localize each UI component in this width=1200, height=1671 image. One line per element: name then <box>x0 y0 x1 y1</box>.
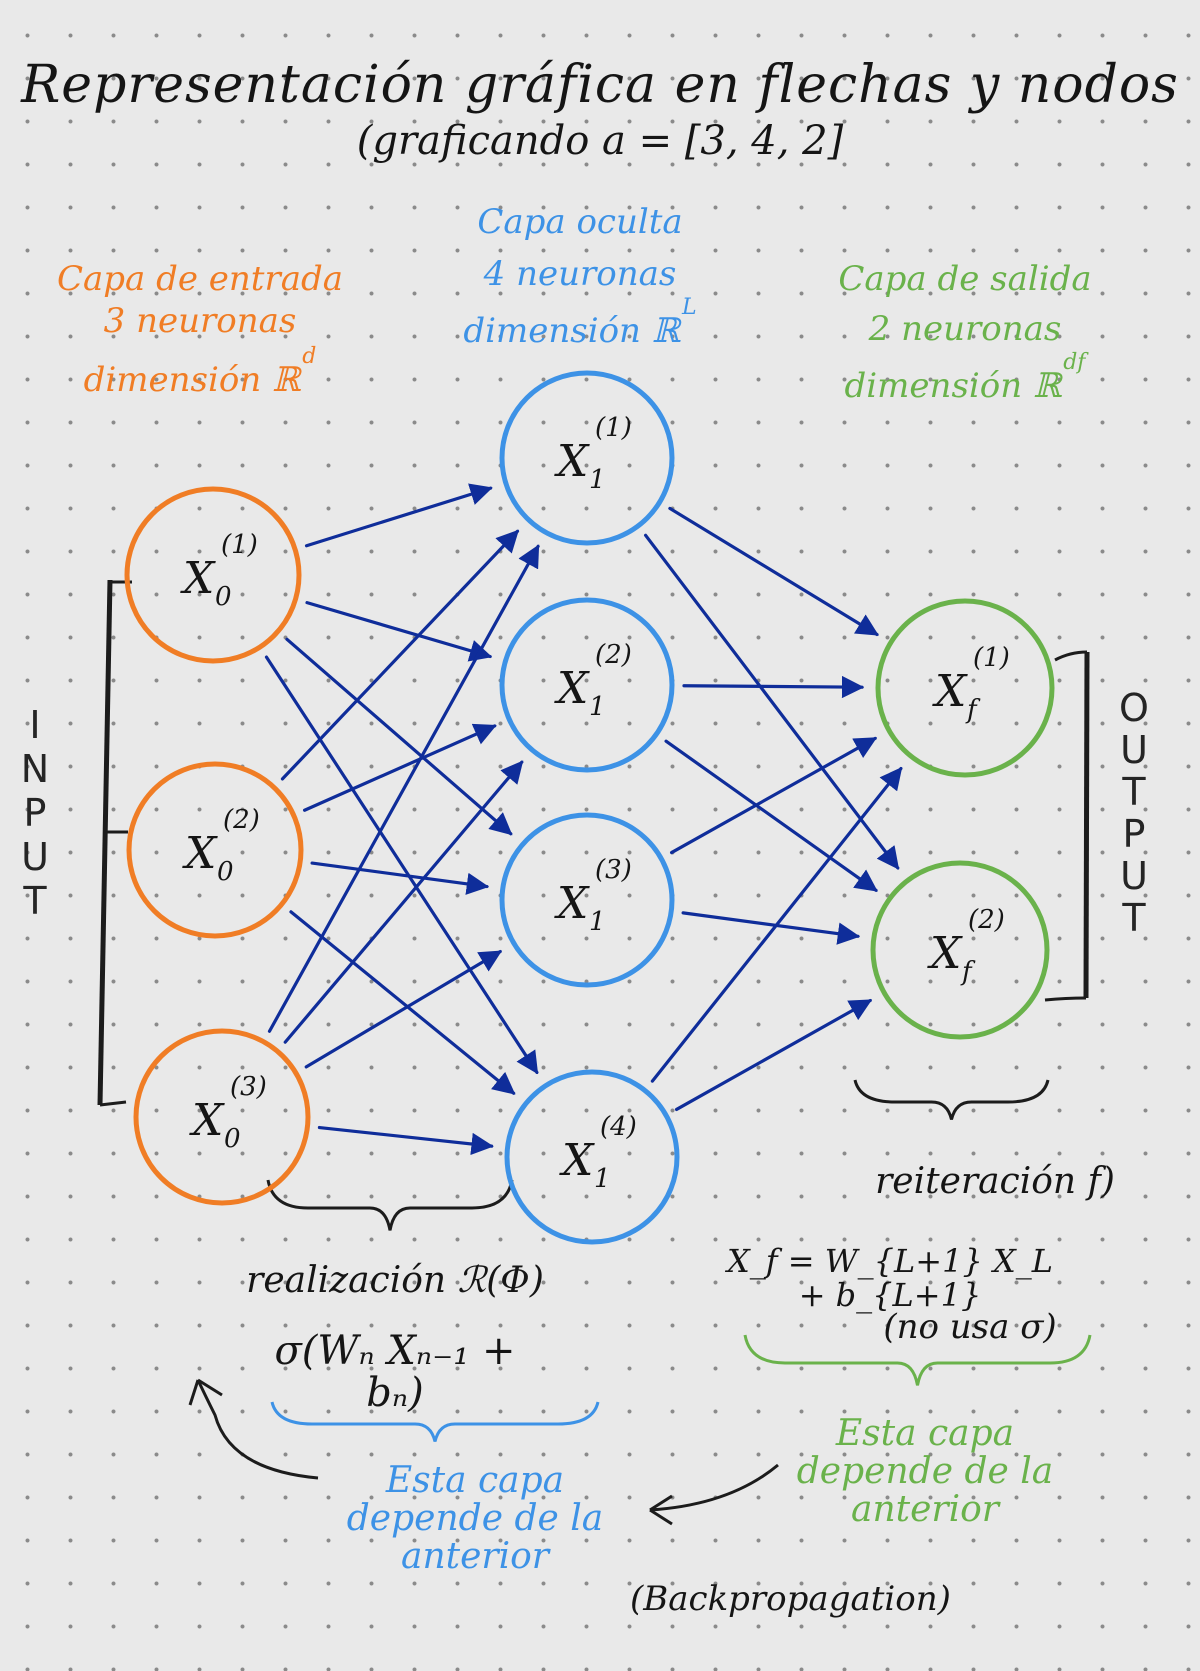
realization-label: realización ℛ(Φ) <box>246 1260 544 1301</box>
input-to-hidden-arrow <box>317 1125 494 1156</box>
hidden-neuron-label: X <box>559 1135 595 1186</box>
curved-arrow-left-head <box>188 1378 223 1406</box>
output-formula: X_f = W_{L+1} X_L + b_{L+1} <box>726 1242 1053 1314</box>
hidden-neuron-superscript: (1) <box>595 413 632 443</box>
input-neuron-superscript: (3) <box>230 1072 267 1102</box>
input-to-hidden-arrow <box>304 950 503 1069</box>
hidden-formula: σ(Wₙ Xₙ₋₁ + bₙ) <box>274 1328 516 1416</box>
output-neuron: Xf (2) <box>870 860 1050 1040</box>
output-bracket-tick <box>1044 996 1087 1002</box>
realization-brace <box>266 1179 514 1231</box>
backpropagation-label: (Backpropagation) <box>630 1579 951 1619</box>
hidden-neuron-subscript: 1 <box>589 465 606 495</box>
hidden-to-output-arrow <box>668 506 879 637</box>
hidden-neuron-label: X <box>554 436 590 487</box>
hidden-to-output-arrow <box>664 739 878 892</box>
hidden-neuron-superscript: (2) <box>595 640 632 670</box>
input-neuron-subscript: 0 <box>224 1124 241 1154</box>
hidden-neuron-label: X <box>554 663 590 714</box>
output-neuron-superscript: (1) <box>973 643 1010 673</box>
input-to-hidden-arrow <box>289 910 516 1095</box>
hidden-neuron: X 1 (1) <box>499 370 675 546</box>
output-bracket-line <box>1083 651 1090 999</box>
output-neuron-label: X <box>932 666 968 717</box>
iteration-label: reiteración f) <box>875 1161 1115 1202</box>
hidden-to-output-arrow <box>682 675 865 699</box>
arrow-to-hidden-note <box>649 1463 779 1512</box>
input-neuron: X 0 (3) <box>133 1028 311 1206</box>
input-neuron-superscript: (2) <box>223 805 260 835</box>
neuron-nodes: X 0(1)X 0(2)X 0(3)X 1(1)X 1(2)X 1(3)X 1(4)X f(1)… <box>124 370 1055 1245</box>
input-to-hidden-arrow <box>310 861 490 895</box>
diagram-page: Representación gráfica en flechas y nodo… <box>0 0 1200 1671</box>
hidden-neuron-superscript: (3) <box>595 855 632 885</box>
hidden-neuron: X 1 (2) <box>499 597 675 773</box>
output-neuron-superscript: (2) <box>968 905 1005 935</box>
hidden-neuron-subscript: 1 <box>589 907 606 937</box>
no-sigma-note: (no usa σ) <box>883 1307 1057 1347</box>
output-neuron-subscript: f <box>965 695 981 725</box>
hidden-to-output-arrow <box>650 766 903 1083</box>
input-to-hidden-arrow <box>305 601 493 662</box>
input-neuron-subscript: 0 <box>217 857 234 887</box>
depends-note-output: Esta capa depende de la anterior <box>796 1413 1054 1530</box>
hidden-neuron: X 1 (3) <box>499 812 675 988</box>
input-bracket-tick <box>99 1100 127 1107</box>
hidden-neuron: X 1 (4) <box>504 1069 680 1245</box>
input-neuron-subscript: 0 <box>215 582 232 612</box>
iteration-brace <box>853 1079 1050 1120</box>
depends-note-hidden: Esta capa depende de la anterior <box>346 1460 604 1577</box>
input-neuron-label: X <box>189 1095 225 1146</box>
hidden-to-output-arrow <box>674 998 873 1112</box>
hidden-neuron-subscript: 1 <box>589 692 606 722</box>
output-neuron-subscript: f <box>960 957 976 987</box>
input-neuron: X 0 (2) <box>126 761 304 939</box>
output-bracket-tick <box>1054 650 1088 662</box>
input-neuron: X 0 (1) <box>124 486 302 664</box>
hidden-neuron-label: X <box>554 878 590 929</box>
output-neuron: Xf (1) <box>875 598 1055 778</box>
hidden-neuron-subscript: 1 <box>594 1164 611 1194</box>
output-neuron-label: X <box>927 928 963 979</box>
hidden-neuron-superscript: (4) <box>600 1112 637 1142</box>
input-neuron-superscript: (1) <box>221 530 258 560</box>
input-neuron-label: X <box>180 553 216 604</box>
input-to-hidden-arrow <box>304 483 493 548</box>
input-bracket-line <box>97 579 113 1106</box>
input-neuron-label: X <box>182 828 218 879</box>
